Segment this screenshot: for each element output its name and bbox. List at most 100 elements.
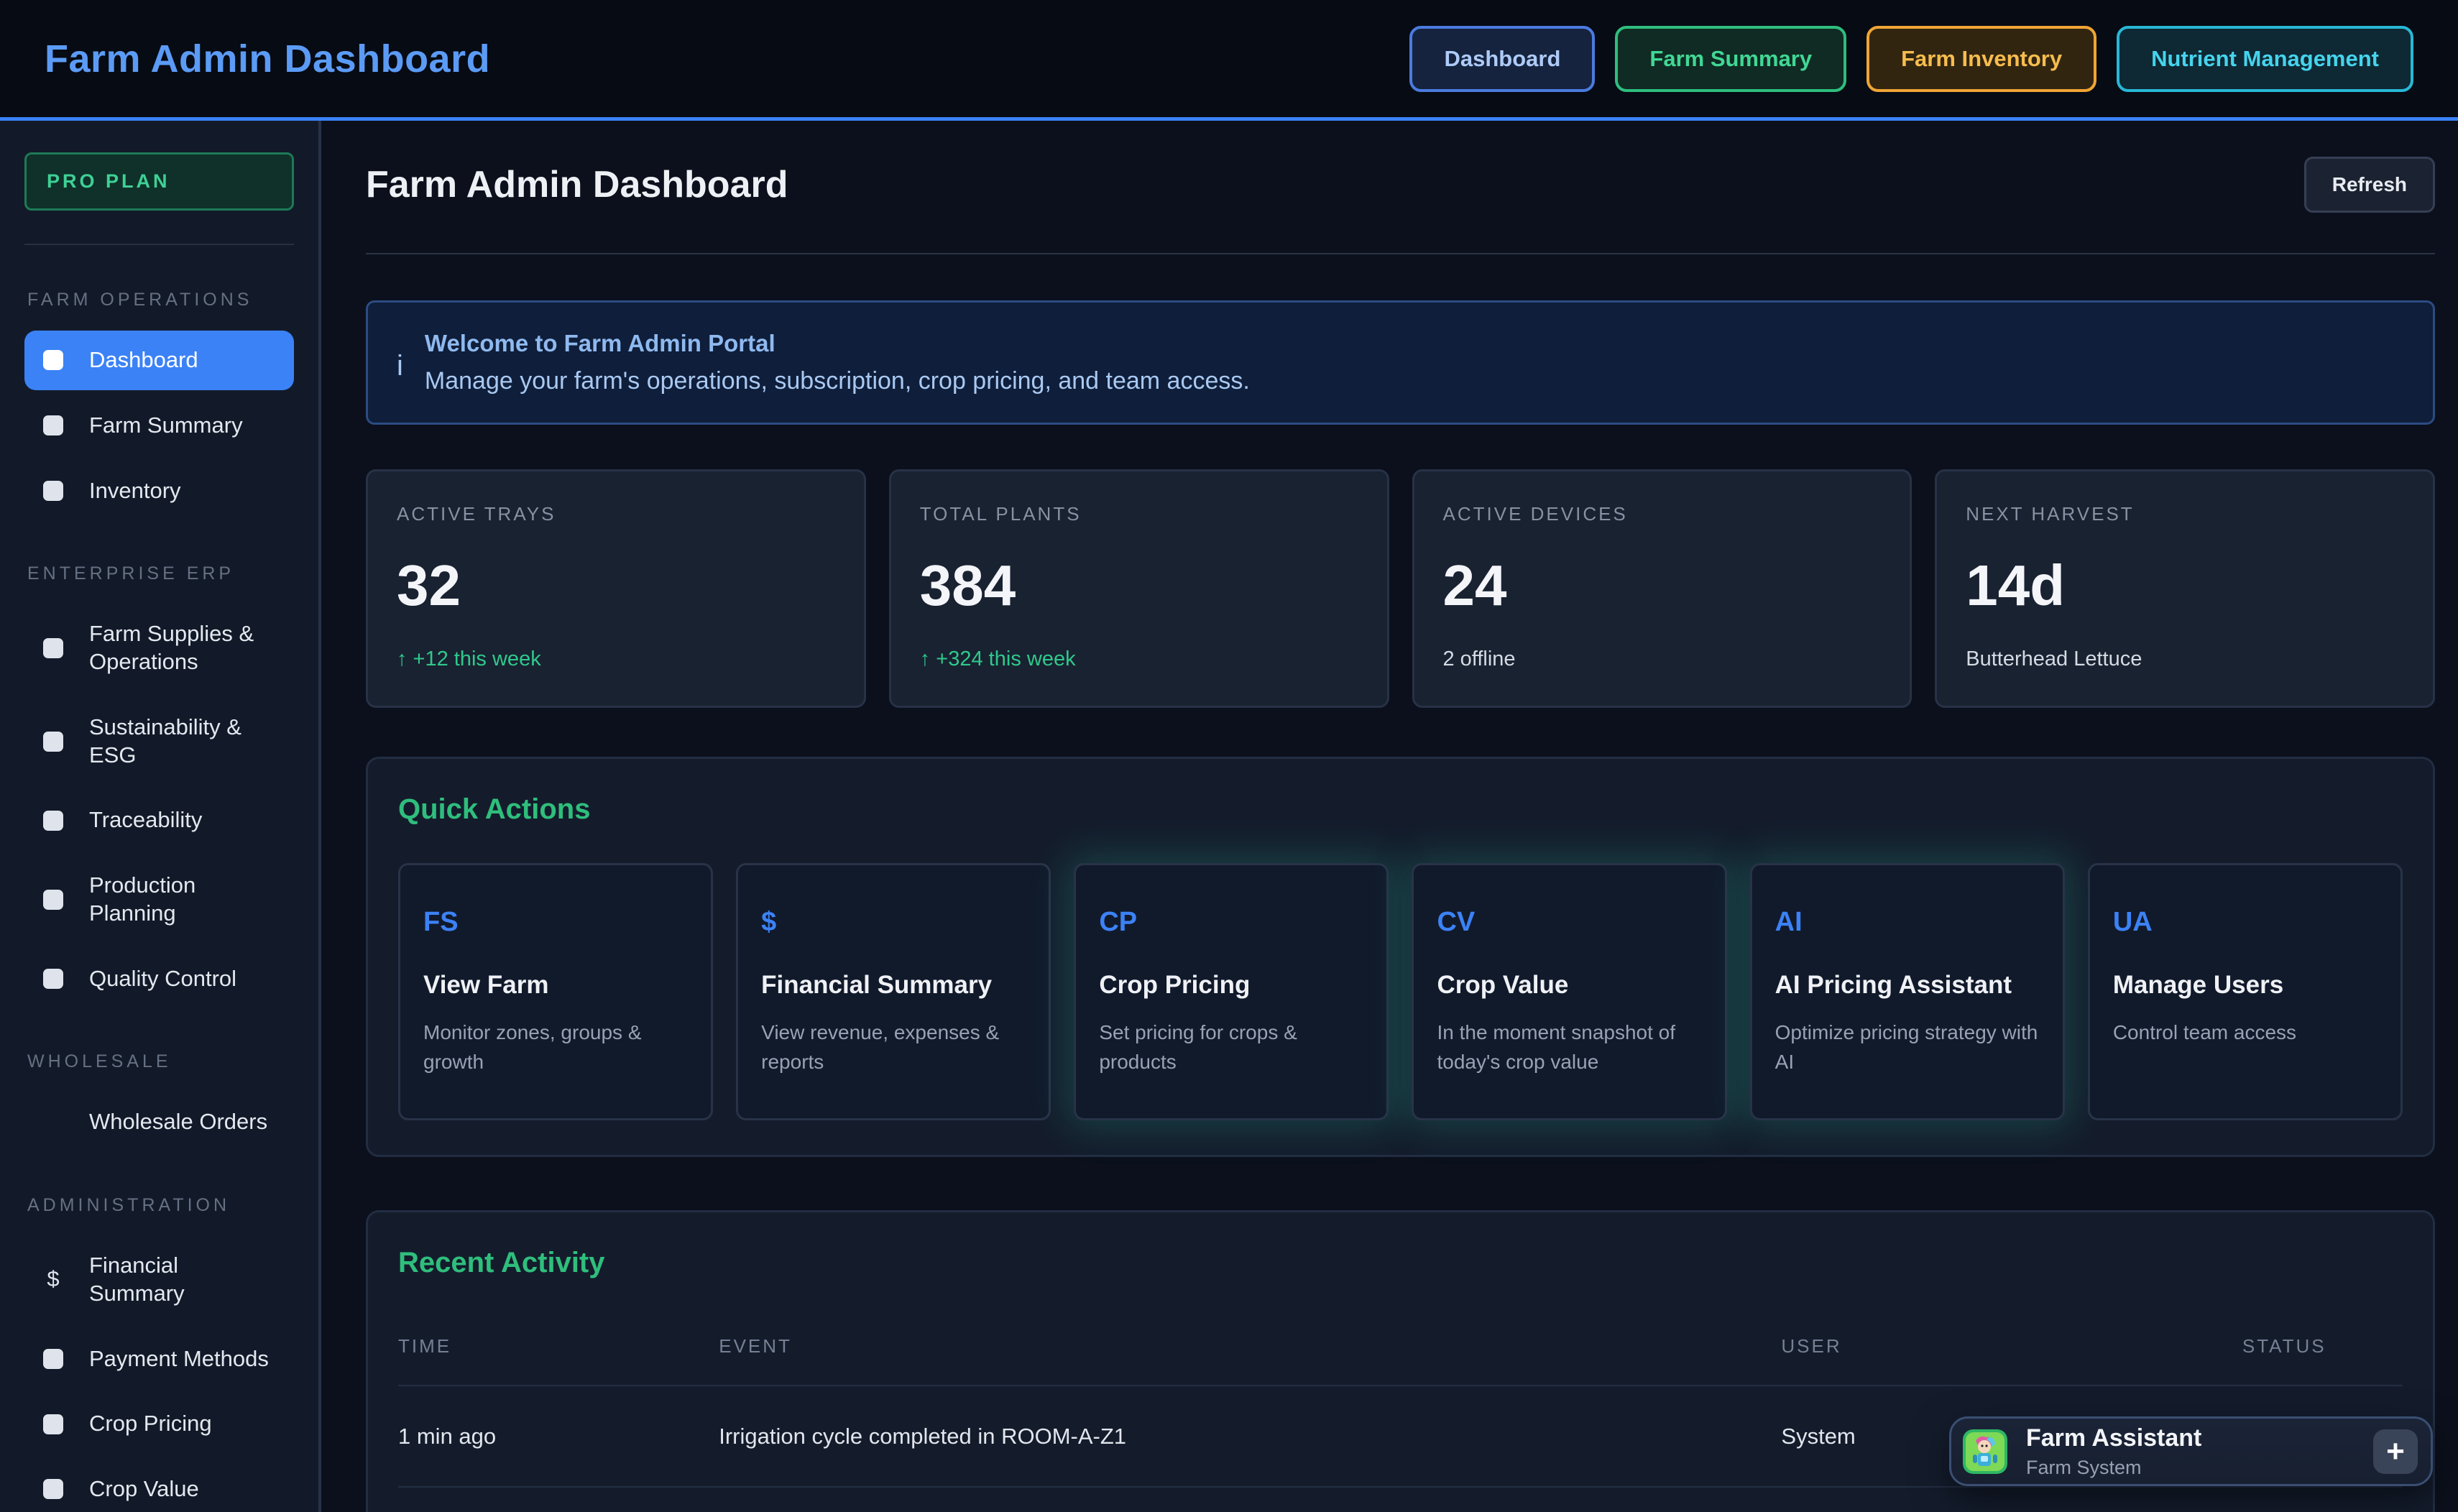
square-icon xyxy=(43,811,63,831)
cell-time: 1 min ago xyxy=(398,1386,719,1487)
sidebar-item-quality-control[interactable]: Quality Control xyxy=(24,949,294,1009)
sidebar-item-sustainability-esg[interactable]: Sustainability & ESG xyxy=(24,698,294,785)
info-icon: i xyxy=(397,330,403,395)
cp-icon: CP xyxy=(1099,907,1363,938)
sidebar-section-farm-operations: FARM OPERATIONS xyxy=(27,290,294,310)
welcome-banner-texts: Welcome to Farm Admin Portal Manage your… xyxy=(425,330,1250,395)
square-icon xyxy=(43,638,63,658)
stat-delta: ↑ +12 this week xyxy=(397,647,835,671)
sidebar-item-label: Crop Pricing xyxy=(89,1410,212,1438)
quick-actions-title: Quick Actions xyxy=(398,793,2403,826)
sidebar-item-label: Inventory xyxy=(89,477,181,505)
sidebar-item-farm-supplies-operations[interactable]: Farm Supplies & Operations xyxy=(24,604,294,692)
dollar-icon: $ xyxy=(761,907,1026,938)
quick-action-title: Crop Pricing xyxy=(1099,971,1363,1000)
sidebar-item-traceability[interactable]: Traceability xyxy=(24,790,294,850)
assistant-subtitle: Farm System xyxy=(2026,1457,2373,1479)
sidebar-item-label: Farm Supplies & Operations xyxy=(89,620,275,676)
quick-action-title: Financial Summary xyxy=(761,971,1026,1000)
stat-label: ACTIVE DEVICES xyxy=(1443,503,1882,525)
ai-icon: AI xyxy=(1775,907,2040,938)
fs-icon: FS xyxy=(423,907,688,938)
stat-value: 384 xyxy=(920,553,1358,619)
quick-actions-panel: Quick Actions FS View Farm Monitor zones… xyxy=(366,757,2435,1157)
refresh-button[interactable]: Refresh xyxy=(2304,157,2435,213)
stat-label: TOTAL PLANTS xyxy=(920,503,1358,525)
quick-action-desc: In the moment snapshot of today's crop v… xyxy=(1437,1018,1701,1077)
page-title: Farm Admin Dashboard xyxy=(366,163,788,206)
sidebar-section-enterprise-erp: ENTERPRISE ERP xyxy=(27,563,294,584)
stat-delta: 2 offline xyxy=(1443,647,1882,671)
farm-assistant-widget[interactable]: Farm Assistant Farm System + xyxy=(1949,1416,2433,1486)
app-title: Farm Admin Dashboard xyxy=(45,37,490,81)
quick-action-financial-summary[interactable]: $ Financial Summary View revenue, expens… xyxy=(736,863,1051,1120)
stat-card-next-harvest: NEXT HARVEST 14d Butterhead Lettuce xyxy=(1935,469,2435,708)
sidebar-section-administration: ADMINISTRATION xyxy=(27,1195,294,1216)
square-icon xyxy=(43,1414,63,1434)
sidebar-item-crop-value[interactable]: Crop Value xyxy=(24,1460,294,1512)
square-icon xyxy=(43,1479,63,1499)
sidebar-item-label: Sustainability & ESG xyxy=(89,714,275,770)
nav-farm-summary-button[interactable]: Farm Summary xyxy=(1615,26,1846,92)
square-icon xyxy=(43,890,63,910)
app-root: Farm Admin Dashboard Dashboard Farm Summ… xyxy=(0,0,2458,1512)
body-layout: PRO PLAN FARM OPERATIONS Dashboard Farm … xyxy=(0,121,2458,1512)
nav-nutrient-management-button[interactable]: Nutrient Management xyxy=(2117,26,2413,92)
cv-icon: CV xyxy=(1437,907,1701,938)
quick-action-view-farm[interactable]: FS View Farm Monitor zones, groups & gro… xyxy=(398,863,713,1120)
square-icon xyxy=(43,481,63,501)
assistant-title: Farm Assistant xyxy=(2026,1424,2373,1452)
sidebar-item-label: Crop Value xyxy=(89,1475,199,1503)
square-icon xyxy=(43,1349,63,1369)
quick-action-title: View Farm xyxy=(423,971,688,1000)
quick-action-desc: Monitor zones, groups & growth xyxy=(423,1018,688,1077)
sidebar-item-crop-pricing[interactable]: Crop Pricing xyxy=(24,1394,294,1454)
sidebar-item-dashboard[interactable]: Dashboard xyxy=(24,331,294,390)
sidebar-item-wholesale-orders[interactable]: Wholesale Orders xyxy=(24,1092,294,1152)
blank-icon xyxy=(43,1112,63,1133)
quick-action-desc: Optimize pricing strategy with AI xyxy=(1775,1018,2040,1077)
quick-action-title: Crop Value xyxy=(1437,971,1701,1000)
table-row: 14 min ago New growth group planted: ROO… xyxy=(398,1487,2403,1512)
quick-actions-grid: FS View Farm Monitor zones, groups & gro… xyxy=(398,863,2403,1120)
welcome-banner: i Welcome to Farm Admin Portal Manage yo… xyxy=(366,300,2435,425)
quick-action-ai-pricing-assistant[interactable]: AI AI Pricing Assistant Optimize pricing… xyxy=(1750,863,2065,1120)
sidebar-divider xyxy=(24,244,294,245)
sidebar-item-label: Traceability xyxy=(89,806,202,834)
stats-row: ACTIVE TRAYS 32 ↑ +12 this week TOTAL PL… xyxy=(366,469,2435,708)
assistant-expand-button[interactable]: + xyxy=(2373,1429,2418,1474)
stat-card-total-plants: TOTAL PLANTS 384 ↑ +324 this week xyxy=(889,469,1389,708)
sidebar-item-payment-methods[interactable]: Payment Methods xyxy=(24,1329,294,1389)
page-header-divider xyxy=(366,253,2435,254)
nav-farm-inventory-button[interactable]: Farm Inventory xyxy=(1866,26,2096,92)
top-navigation: Dashboard Farm Summary Farm Inventory Nu… xyxy=(1409,26,2413,92)
stat-label: NEXT HARVEST xyxy=(1966,503,2404,525)
cell-time: 14 min ago xyxy=(398,1487,719,1512)
quick-action-desc: Set pricing for crops & products xyxy=(1099,1018,1363,1077)
stat-card-active-devices: ACTIVE DEVICES 24 2 offline xyxy=(1412,469,1912,708)
stat-card-active-trays: ACTIVE TRAYS 32 ↑ +12 this week xyxy=(366,469,866,708)
quick-action-crop-value[interactable]: CV Crop Value In the moment snapshot of … xyxy=(1412,863,1726,1120)
sidebar-item-inventory[interactable]: Inventory xyxy=(24,461,294,521)
stat-delta: Butterhead Lettuce xyxy=(1966,647,2404,671)
sidebar-item-label: Quality Control xyxy=(89,965,236,993)
nav-dashboard-button[interactable]: Dashboard xyxy=(1409,26,1595,92)
quick-action-desc: Control team access xyxy=(2113,1018,2378,1048)
assistant-avatar xyxy=(1963,1429,2007,1474)
quick-action-crop-pricing[interactable]: CP Crop Pricing Set pricing for crops & … xyxy=(1074,863,1389,1120)
main-content: Farm Admin Dashboard Refresh i Welcome t… xyxy=(321,121,2458,1512)
cell-user: demo@farm.com xyxy=(1781,1487,2242,1512)
quick-action-manage-users[interactable]: UA Manage Users Control team access xyxy=(2088,863,2403,1120)
sidebar-item-production-planning[interactable]: Production Planning xyxy=(24,856,294,944)
square-icon xyxy=(43,732,63,752)
sidebar-item-label: Financial Summary xyxy=(89,1252,275,1308)
recent-activity-title: Recent Activity xyxy=(398,1247,2403,1279)
sidebar-item-farm-summary[interactable]: Farm Summary xyxy=(24,396,294,456)
quick-action-title: AI Pricing Assistant xyxy=(1775,971,2040,1000)
stat-value: 24 xyxy=(1443,553,1882,619)
sidebar-section-wholesale: WHOLESALE xyxy=(27,1051,294,1072)
square-icon xyxy=(43,415,63,435)
sidebar-item-financial-summary[interactable]: $ Financial Summary xyxy=(24,1236,294,1324)
square-icon xyxy=(43,969,63,989)
sidebar: PRO PLAN FARM OPERATIONS Dashboard Farm … xyxy=(0,121,321,1512)
